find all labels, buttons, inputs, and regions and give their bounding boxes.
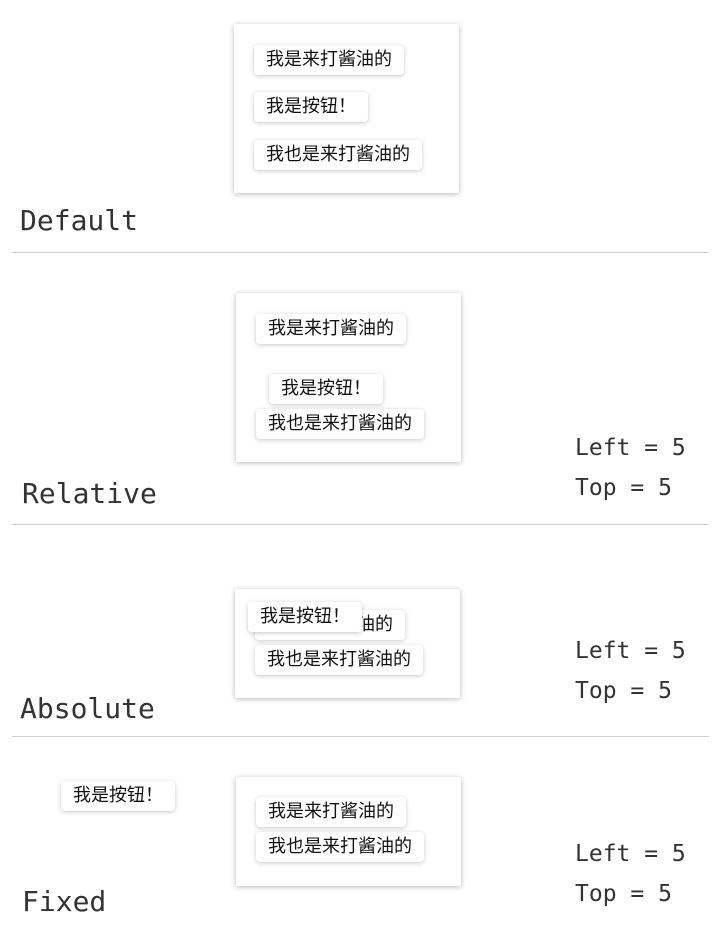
absolute-left-value: Left = 5 [575, 638, 686, 664]
fixed-second-item: 我也是来打酱油的 [256, 832, 424, 862]
divider [12, 736, 709, 737]
fixed-container: 我是来打酱油的 我也是来打酱油的 [236, 777, 461, 886]
relative-first-item: 我是来打酱油的 [256, 314, 406, 344]
fixed-button[interactable]: 我是按钮！ [61, 781, 175, 811]
section-label-relative: Relative [22, 477, 157, 510]
relative-left-value: Left = 5 [575, 435, 686, 461]
relative-button[interactable]: 我是按钮！ [269, 374, 383, 404]
relative-top-value: Top = 5 [575, 475, 672, 501]
fixed-top-value: Top = 5 [575, 881, 672, 907]
absolute-container: 我是来打酱油的 我也是来打酱油的 我是按钮！ [235, 589, 460, 698]
divider [12, 252, 709, 253]
default-first-item: 我是来打酱油的 [254, 45, 404, 75]
fixed-left-value: Left = 5 [575, 841, 686, 867]
absolute-second-item: 我也是来打酱油的 [255, 645, 423, 675]
absolute-top-value: Top = 5 [575, 678, 672, 704]
default-container: 我是来打酱油的 我是按钮！ 我也是来打酱油的 [234, 24, 459, 193]
divider [12, 524, 709, 525]
default-button[interactable]: 我是按钮！ [254, 92, 368, 122]
relative-second-item: 我也是来打酱油的 [256, 409, 424, 439]
relative-container: 我是来打酱油的 我是按钮！ 我也是来打酱油的 [236, 293, 461, 462]
section-label-fixed: Fixed [22, 885, 107, 918]
absolute-button[interactable]: 我是按钮！ [248, 602, 362, 632]
section-label-default: Default [20, 204, 139, 237]
section-label-absolute: Absolute [20, 692, 155, 725]
default-second-item: 我也是来打酱油的 [254, 140, 422, 170]
fixed-first-item: 我是来打酱油的 [256, 797, 406, 827]
